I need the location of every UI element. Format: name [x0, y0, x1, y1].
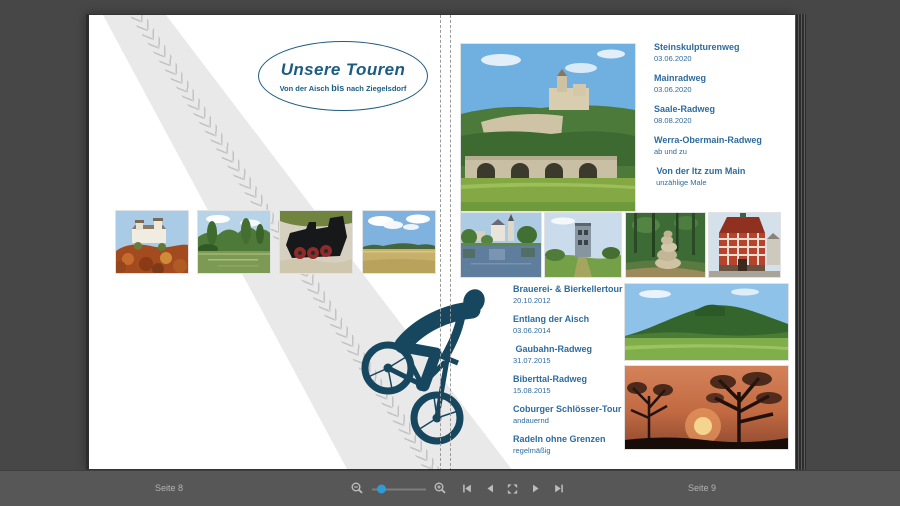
tour-list-bottom[interactable]: Brauerei- & Bierkellertour 20.10.2012 En… [513, 284, 663, 455]
editor-viewport: Unsere Touren Von der Aisch bis nach Zie… [0, 0, 900, 506]
fold-marker-right [450, 15, 451, 470]
toolbar-controls [350, 481, 566, 496]
first-page-icon[interactable] [459, 481, 474, 496]
zoom-out-icon[interactable] [350, 481, 365, 496]
fold-marker-left [440, 15, 441, 470]
photo-castle-autumn[interactable] [116, 211, 188, 273]
mountain-biker-clipart[interactable] [348, 286, 513, 461]
photo-castle-bridge-landscape[interactable] [461, 44, 635, 211]
photo-tower-meadow[interactable] [545, 213, 621, 277]
photo-stone-cairn-forest[interactable] [626, 213, 705, 277]
photo-town-hall[interactable] [709, 213, 780, 277]
photo-locomotive[interactable] [280, 211, 352, 273]
book-spread[interactable]: Unsere Touren Von der Aisch bis nach Zie… [86, 14, 795, 470]
photo-river-trees[interactable] [198, 211, 270, 273]
left-page-number: Seite 8 [155, 483, 183, 493]
tour-item[interactable]: Mainradweg 03.06.2020 [654, 73, 795, 94]
fit-overview-icon[interactable] [505, 481, 520, 496]
page-navigation [459, 481, 566, 496]
tour-item[interactable]: Werra-Obermain-Radweg ab und zu [654, 135, 795, 156]
tour-item[interactable]: Brauerei- & Bierkellertour 20.10.2012 [513, 284, 663, 305]
tour-list-top[interactable]: Steinskulpturenweg 03.06.2020 Mainradweg… [654, 42, 795, 187]
tour-item[interactable]: Coburger Schlösser-Tour andauernd [513, 404, 663, 425]
statusbar: Seite 8 Seite 9 [0, 470, 900, 506]
tour-item[interactable]: Gaubahn-Radweg 31.07.2015 [513, 344, 663, 365]
right-page-number: Seite 9 [688, 483, 716, 493]
next-page-icon[interactable] [528, 481, 543, 496]
photo-town-lake-reflection[interactable] [461, 213, 541, 277]
zoom-in-icon[interactable] [433, 481, 448, 496]
title-text-object[interactable]: Unsere Touren Von der Aisch bis nach Zie… [258, 41, 428, 111]
previous-page-icon[interactable] [482, 481, 497, 496]
tour-item[interactable]: Entlang der Aisch 03.06.2014 [513, 314, 663, 335]
page-title: Unsere Touren [281, 60, 406, 80]
tour-item[interactable]: Biberttal-Radweg 15.08.2015 [513, 374, 663, 395]
tour-item[interactable]: Radeln ohne Grenzen regelmäßig [513, 434, 663, 455]
last-page-icon[interactable] [551, 481, 566, 496]
zoom-slider-thumb[interactable] [377, 485, 386, 494]
page-subtitle: Von der Aisch bis nach Ziegelsdorf [280, 83, 407, 93]
tour-item[interactable]: Saale-Radweg 08.08.2020 [654, 104, 795, 125]
tour-item[interactable]: Steinskulpturenweg 03.06.2020 [654, 42, 795, 63]
tour-item[interactable]: Von der Itz zum Main unzählige Male [654, 166, 795, 187]
zoom-slider[interactable] [372, 481, 426, 496]
page-stack-edge [795, 14, 806, 470]
photo-wheat-field[interactable] [363, 211, 435, 273]
